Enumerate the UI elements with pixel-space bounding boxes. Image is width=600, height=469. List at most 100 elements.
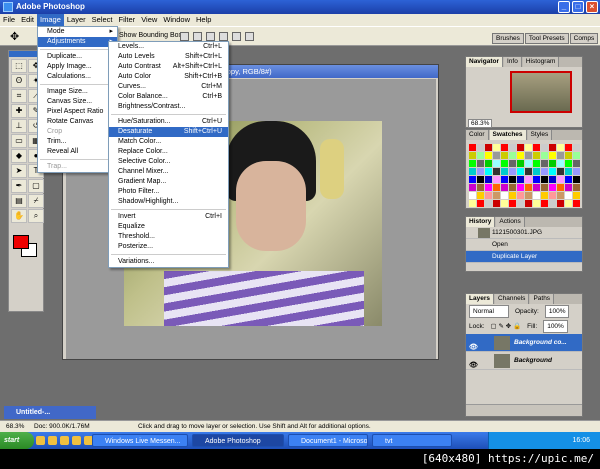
color-swatch[interactable] — [557, 176, 564, 183]
color-swatch[interactable] — [565, 168, 572, 175]
color-swatch[interactable] — [525, 160, 532, 167]
zoom-tool-icon[interactable]: ⌕ — [28, 209, 44, 223]
blur-tool-icon[interactable]: ◆ — [11, 149, 27, 163]
color-swatch[interactable] — [485, 152, 492, 159]
menu-help[interactable]: Help — [193, 14, 214, 26]
adjust-item-selective-color[interactable]: Selective Color... — [109, 157, 228, 167]
adjust-item-posterize[interactable]: Posterize... — [109, 242, 228, 252]
menu-item-rotate-canvas[interactable]: Rotate Canvas▸ — [38, 117, 117, 127]
menu-filter[interactable]: Filter — [116, 14, 139, 26]
color-swatch[interactable] — [485, 184, 492, 191]
color-swatch[interactable] — [509, 152, 516, 159]
color-swatch[interactable] — [573, 184, 580, 191]
color-swatch[interactable] — [501, 152, 508, 159]
tab-paths[interactable]: Paths — [530, 294, 555, 304]
tab-swatches[interactable]: Swatches — [489, 130, 527, 140]
color-swatch[interactable] — [469, 192, 476, 199]
color-swatch[interactable] — [501, 160, 508, 167]
color-swatch[interactable] — [533, 176, 540, 183]
adjust-item-hue-saturation[interactable]: Hue/Saturation... Ctrl+U — [109, 117, 228, 127]
notes-tool-icon[interactable]: ▤ — [11, 194, 27, 208]
color-swatch[interactable] — [501, 176, 508, 183]
adjust-item-auto-contrast[interactable]: Auto Contrast Alt+Shift+Ctrl+L — [109, 62, 228, 72]
color-swatch[interactable] — [517, 168, 524, 175]
hand-tool-icon[interactable]: ✋ — [11, 209, 27, 223]
color-swatch[interactable] — [533, 160, 540, 167]
minimize-button[interactable]: _ — [558, 1, 570, 13]
color-swatch[interactable] — [549, 168, 556, 175]
color-swatch[interactable] — [565, 192, 572, 199]
color-swatch[interactable] — [509, 176, 516, 183]
color-swatch[interactable] — [533, 144, 540, 151]
color-swatch[interactable] — [573, 176, 580, 183]
color-swatch[interactable] — [509, 144, 516, 151]
maximize-button[interactable]: □ — [572, 1, 584, 13]
taskbar-item-photoshop[interactable]: Adobe Photoshop — [192, 434, 284, 447]
color-swatch[interactable] — [549, 144, 556, 151]
color-swatch[interactable] — [565, 200, 572, 207]
color-swatch[interactable] — [533, 192, 540, 199]
color-swatch[interactable] — [509, 168, 516, 175]
color-swatch[interactable] — [573, 152, 580, 159]
adjust-item-photo-filter[interactable]: Photo Filter... — [109, 187, 228, 197]
color-swatch[interactable] — [573, 168, 580, 175]
menu-layer[interactable]: Layer — [64, 14, 89, 26]
color-swatch[interactable] — [493, 192, 500, 199]
menu-item-image-size[interactable]: Image Size... — [38, 87, 117, 97]
stamp-tool-icon[interactable]: ⊥ — [11, 119, 27, 133]
color-swatch[interactable] — [549, 192, 556, 199]
color-swatch[interactable] — [469, 144, 476, 151]
color-swatch[interactable] — [509, 200, 516, 207]
color-swatch[interactable] — [525, 144, 532, 151]
tab-comps[interactable]: Comps — [569, 33, 599, 44]
color-swatch[interactable] — [485, 168, 492, 175]
color-swatch[interactable] — [541, 152, 548, 159]
color-swatch[interactable] — [469, 200, 476, 207]
color-swatch[interactable] — [525, 192, 532, 199]
minimized-document[interactable]: Untitled-... — [4, 406, 96, 419]
color-swatch[interactable] — [557, 200, 564, 207]
quicklaunch-icon[interactable] — [36, 436, 45, 445]
color-swatch[interactable] — [549, 184, 556, 191]
color-swatch[interactable] — [533, 200, 540, 207]
tab-layers[interactable]: Layers — [466, 294, 494, 304]
navigator-zoom[interactable]: 68.3% — [468, 119, 493, 128]
swatch-grid[interactable] — [469, 144, 580, 207]
color-swatch[interactable] — [517, 184, 524, 191]
color-swatch[interactable] — [485, 192, 492, 199]
color-swatch[interactable] — [477, 192, 484, 199]
marquee-tool-icon[interactable]: ⬚ — [11, 59, 27, 73]
color-swatch[interactable] — [557, 192, 564, 199]
lasso-tool-icon[interactable]: ʘ — [11, 74, 27, 88]
color-swatch[interactable] — [517, 200, 524, 207]
color-swatch[interactable] — [509, 160, 516, 167]
tab-navigator[interactable]: Navigator — [466, 57, 503, 67]
color-swatch[interactable] — [573, 160, 580, 167]
color-swatch[interactable] — [557, 144, 564, 151]
color-swatch[interactable] — [565, 144, 572, 151]
menu-edit[interactable]: Edit — [18, 14, 37, 26]
color-swatch[interactable] — [501, 144, 508, 151]
taskbar-item-messenger[interactable]: Windows Live Messen... — [92, 434, 188, 447]
adjust-item-auto-color[interactable]: Auto Color Shift+Ctrl+B — [109, 72, 228, 82]
menu-item-canvas-size[interactable]: Canvas Size... — [38, 97, 117, 107]
history-item[interactable]: 1121500301.JPG — [466, 227, 582, 239]
color-swatch[interactable] — [477, 144, 484, 151]
color-swatch[interactable] — [477, 152, 484, 159]
fill-input[interactable]: 100% — [543, 320, 568, 333]
color-swatch[interactable] — [493, 176, 500, 183]
crop-tool-icon[interactable]: ⌗ — [11, 89, 27, 103]
color-swatch[interactable] — [525, 200, 532, 207]
color-swatch[interactable] — [565, 160, 572, 167]
color-swatch[interactable] — [493, 152, 500, 159]
adjust-item-equalize[interactable]: Equalize — [109, 222, 228, 232]
color-swatch[interactable] — [549, 152, 556, 159]
menu-view[interactable]: View — [138, 14, 160, 26]
color-swatch[interactable] — [493, 160, 500, 167]
eyedropper-icon[interactable]: ⌿ — [28, 194, 44, 208]
adjust-item-desaturate[interactable]: Desaturate Shift+Ctrl+U — [109, 127, 228, 137]
blend-mode-select[interactable]: Normal — [469, 305, 509, 318]
tab-info[interactable]: Info — [503, 57, 522, 67]
color-swatch[interactable] — [549, 176, 556, 183]
color-swatch[interactable] — [493, 168, 500, 175]
